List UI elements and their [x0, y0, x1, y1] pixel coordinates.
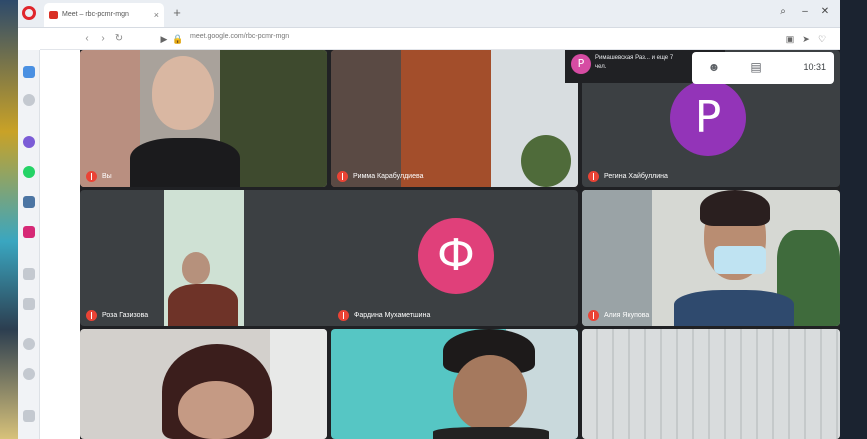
mic-off-icon	[337, 171, 348, 182]
person-body	[168, 284, 238, 326]
opera-sidebar	[18, 50, 40, 439]
participant-name-tag: Фардина Мухаметшина	[338, 310, 430, 321]
bookmark-heart-icon[interactable]: ♡	[816, 33, 828, 45]
participant-name-tag: Алия Якупова	[588, 310, 649, 321]
participant-avatar: P	[670, 80, 746, 156]
vk-icon[interactable]	[23, 196, 35, 208]
participant-name: Регина Хайбуллина	[604, 173, 668, 180]
participant-name-tag: Роза Газизова	[86, 310, 148, 321]
person-hair	[700, 190, 770, 226]
video-tile-self[interactable]: Вы	[80, 50, 327, 187]
tab-title: Meet – rbc-pcmr-mgn	[62, 11, 129, 18]
browser-window: Meet – rbc-pcmr-mgn × + ⌕ – ✕ ‹ › ↻ ▶ 🔒 …	[18, 0, 840, 439]
meet-grid: Вы Римма Карабулдиева P Регина Хайбуллин…	[80, 50, 840, 439]
reload-button[interactable]: ↻	[112, 32, 126, 46]
search-tabs-icon[interactable]: ⌕	[774, 6, 792, 17]
forward-button[interactable]: ›	[96, 32, 110, 46]
participant-name: Алия Якупова	[604, 312, 650, 319]
instagram-icon[interactable]	[23, 226, 35, 238]
person-head	[152, 56, 214, 130]
chat-icon[interactable]: ▤	[748, 60, 764, 74]
video-tile-2[interactable]: Римма Карабулдиева	[331, 50, 578, 187]
mic-off-icon	[588, 171, 599, 182]
video-tile-9[interactable]	[582, 329, 840, 439]
mic-off-icon	[588, 310, 599, 321]
participant-avatar: Ф	[418, 218, 494, 294]
room-left	[331, 50, 401, 187]
participant-name: Фардина Мухаметшина	[354, 312, 431, 319]
desktop-backdrop-left	[0, 0, 18, 439]
tab-close-icon[interactable]: ×	[154, 3, 159, 27]
person-body	[130, 138, 240, 187]
participant-name: Вы	[102, 173, 112, 180]
flow-icon[interactable]	[23, 94, 35, 106]
video-tile-6[interactable]: Алия Якупова	[582, 190, 840, 326]
blinds	[582, 329, 840, 439]
send-sidebar-icon[interactable]	[23, 298, 35, 310]
video-tile-4[interactable]: Роза Газизова Ф Фардина Мухаметшина	[80, 190, 578, 326]
mic-off-icon	[338, 310, 349, 321]
minimize-button[interactable]: –	[796, 6, 814, 17]
participant-name-tag: Регина Хайбуллина	[588, 171, 668, 182]
speed-dial-icon[interactable]	[23, 66, 35, 78]
cabinet	[401, 50, 491, 187]
participant-name-tag: Вы	[86, 171, 112, 182]
person-head	[453, 355, 527, 431]
clock-icon[interactable]	[23, 368, 35, 380]
settings-icon[interactable]	[23, 410, 35, 422]
person-body	[433, 427, 549, 439]
room-wall	[270, 329, 327, 439]
whatsapp-icon[interactable]	[23, 166, 35, 178]
send-icon[interactable]: ➤	[800, 33, 812, 45]
meet-favicon-icon	[49, 11, 58, 19]
new-tab-button[interactable]: +	[168, 4, 186, 22]
participant-name: Римма Карабулдиева	[353, 173, 424, 180]
people-icon[interactable]: ☻	[706, 60, 722, 74]
url-field[interactable]: meet.google.com/rbc-pcmr-mgn	[190, 33, 289, 40]
room-left	[582, 190, 652, 326]
lock-icon: 🔒	[172, 34, 184, 44]
person-body	[674, 290, 794, 326]
heart-icon[interactable]	[23, 338, 35, 350]
video-tile-8[interactable]	[331, 329, 578, 439]
person-head	[182, 252, 210, 284]
mic-off-icon	[86, 171, 97, 182]
person-head	[178, 381, 254, 439]
screen: Meet – rbc-pcmr-mgn × + ⌕ – ✕ ‹ › ↻ ▶ 🔒 …	[0, 0, 867, 439]
camera-permission-icon[interactable]: ▶	[158, 33, 170, 45]
plant	[521, 135, 571, 187]
messenger-icon[interactable]	[23, 136, 35, 148]
tab-meet[interactable]: Meet – rbc-pcmr-mgn ×	[44, 3, 164, 27]
address-bar: ‹ › ↻ ▶ 🔒 meet.google.com/rbc-pcmr-mgn ▣…	[40, 28, 840, 50]
face-mask	[714, 246, 766, 274]
tab-bar: Meet – rbc-pcmr-mgn × + ⌕ – ✕	[18, 0, 840, 28]
back-button[interactable]: ‹	[80, 32, 94, 46]
participant-name-tag: Римма Карабулдиева	[337, 171, 424, 182]
history-icon[interactable]	[23, 268, 35, 280]
mic-off-icon	[86, 310, 97, 321]
camera-icon[interactable]: ▣	[784, 33, 796, 45]
desktop-backdrop-right	[840, 0, 867, 439]
participant-name: Роза Газизова	[102, 312, 149, 319]
clock: 10:31	[803, 62, 826, 72]
participant-chip-avatar: Р	[571, 54, 591, 74]
meeting-controls: ☻ ▤ 10:31	[692, 52, 834, 84]
close-window-button[interactable]: ✕	[816, 6, 834, 17]
opera-logo-icon[interactable]	[22, 6, 36, 20]
video-tile-7[interactable]	[80, 329, 327, 439]
participant-chip-text: Римашевская Раз... и еще 7 чел.	[595, 55, 674, 70]
